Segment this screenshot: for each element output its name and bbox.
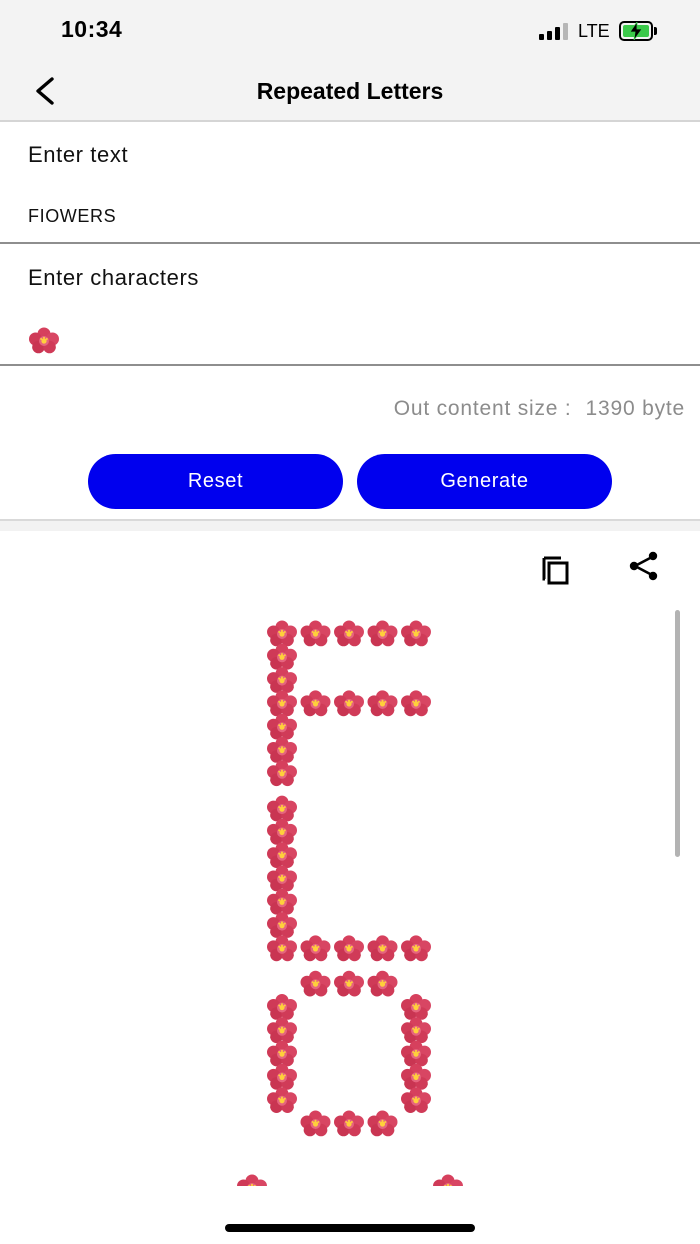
flower-mark [334, 935, 364, 962]
text-input-label: Enter text [28, 142, 129, 167]
flower-mark [334, 620, 364, 647]
flower-mark [300, 620, 331, 647]
status-bar: 10:34 LTE [0, 0, 700, 60]
flower-mark [367, 935, 398, 962]
flower-mark [401, 1017, 431, 1044]
output-panel[interactable] [0, 531, 700, 1186]
character-input-value[interactable] [28, 326, 68, 356]
flower-mark [401, 620, 431, 647]
flower-mark [267, 795, 297, 822]
flower-mark [300, 690, 331, 717]
flower-mark [367, 620, 398, 647]
content-size-label: Out content size : [393, 397, 572, 420]
flower-mark [267, 935, 297, 962]
text-input-field[interactable]: Enter text FIOWERS [0, 122, 700, 244]
flower-mark [267, 760, 297, 787]
page-title: Repeated Letters [256, 78, 444, 104]
generate-button[interactable]: Generate [357, 454, 612, 509]
flower-mark [433, 1174, 463, 1186]
output-scrollbar[interactable] [675, 610, 680, 857]
flower-mark [300, 935, 331, 962]
navigation-bar: Repeated Letters [0, 60, 700, 122]
network-type: LTE [578, 21, 610, 41]
flower-mark [401, 690, 431, 717]
flower-mark [267, 888, 297, 915]
flower-mark [334, 1110, 364, 1137]
flower-mark [267, 690, 297, 717]
content-size-info: Out content size : 1390 byte [394, 397, 685, 421]
flower-mark [237, 1174, 267, 1186]
flower-mark [401, 935, 431, 962]
flower-mark [267, 1017, 297, 1044]
text-input-value[interactable]: FIOWERS [28, 206, 116, 227]
flower-mark [267, 1087, 297, 1113]
section-divider [0, 519, 700, 531]
flower-mark [267, 620, 297, 647]
status-time: 10:34 [61, 16, 123, 42]
character-input-label: Enter characters [28, 265, 200, 290]
flower-mark [267, 643, 297, 670]
flower-mark [401, 1040, 431, 1067]
flower-mark [367, 970, 398, 997]
flower-mark [401, 994, 431, 1020]
flower-mark [267, 842, 297, 868]
flower-mark [401, 1063, 431, 1090]
flower-mark [300, 970, 331, 997]
signal-strength-icon [539, 23, 571, 40]
hibiscus-icon [29, 327, 59, 354]
flower-mark [334, 690, 364, 717]
flower-mark [267, 865, 297, 892]
flower-mark [267, 1040, 297, 1067]
flower-mark [267, 912, 297, 938]
flower-mark [267, 818, 297, 845]
flower-mark [367, 690, 398, 717]
charging-bolt-icon [629, 22, 643, 40]
flower-mark [334, 970, 364, 997]
flower-mark [300, 1110, 331, 1137]
flower-mark [367, 1110, 398, 1137]
content-size-value: 1390 byte [585, 397, 685, 420]
character-input-field[interactable]: Enter characters [0, 244, 700, 366]
flower-mark [267, 1063, 297, 1090]
home-indicator[interactable] [225, 1224, 475, 1232]
flower-letter-art [237, 620, 463, 1186]
reset-button[interactable]: Reset [88, 454, 343, 509]
battery-icon [619, 21, 657, 41]
flower-mark [267, 994, 297, 1020]
flower-mark [267, 737, 297, 763]
flower-mark [267, 667, 297, 693]
flower-mark [267, 713, 297, 740]
flower-mark [401, 1087, 431, 1113]
